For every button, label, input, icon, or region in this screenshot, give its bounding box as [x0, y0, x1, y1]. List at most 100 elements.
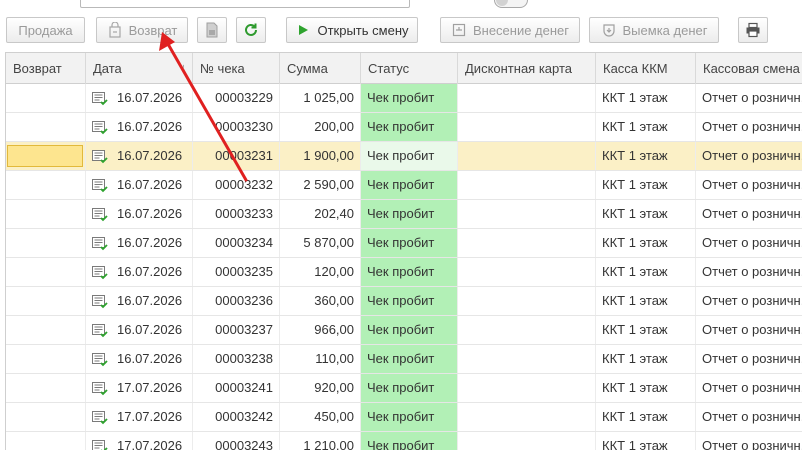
date-cell: 16.07.2026: [86, 287, 193, 315]
table-row[interactable]: 17.07.2026 00003242 450,00 Чек пробит ККТ 1 …: [6, 403, 802, 432]
header-status[interactable]: Статус: [361, 53, 458, 84]
kkm-cell: ККТ 1 этаж: [596, 345, 696, 373]
date-cell: 17.07.2026: [86, 374, 193, 402]
filter-input[interactable]: [80, 0, 410, 8]
discount-card-cell: [458, 345, 596, 373]
sell-button-label: Продажа: [18, 22, 73, 38]
receipt-check-icon: [92, 121, 108, 135]
date-text: 16.07.2026: [117, 148, 183, 163]
return-cell: [6, 403, 86, 431]
receipts-grid: Возврат Дата ↓ № чека Сумма Статус Диско…: [5, 52, 802, 450]
sum-cell: 200,00: [280, 113, 361, 141]
status-cell: Чек пробит: [361, 345, 458, 373]
sell-button[interactable]: Продажа: [6, 17, 85, 43]
kkm-cell: ККТ 1 этаж: [596, 84, 696, 112]
date-cell: 16.07.2026: [86, 229, 193, 257]
shift-cell: Отчет о розничн.: [696, 84, 802, 112]
sum-cell: 966,00: [280, 316, 361, 344]
table-row[interactable]: 16.07.2026 00003232 2 590,00 Чек пробит ККТ …: [6, 171, 802, 200]
kkm-cell: ККТ 1 этаж: [596, 200, 696, 228]
header-return[interactable]: Возврат: [6, 53, 86, 84]
header-date[interactable]: Дата ↓: [86, 53, 193, 84]
withdraw-icon: [601, 22, 617, 38]
receipt-check-icon: [92, 150, 108, 164]
date-cell: 16.07.2026: [86, 345, 193, 373]
play-icon: [295, 22, 311, 38]
date-cell: 16.07.2026: [86, 316, 193, 344]
refresh-icon: [243, 22, 259, 38]
return-cell-editor[interactable]: [7, 145, 83, 167]
status-cell: Чек пробит: [361, 142, 458, 170]
table-row[interactable]: 16.07.2026 00003235 120,00 Чек пробит ККТ 1 …: [6, 258, 802, 287]
return-cell: [6, 432, 86, 450]
shift-cell: Отчет о розничн.: [696, 432, 802, 450]
date-cell: 17.07.2026: [86, 432, 193, 450]
sum-cell: 5 870,00: [280, 229, 361, 257]
receipt-check-icon: [92, 237, 108, 251]
date-text: 16.07.2026: [117, 119, 183, 134]
table-row[interactable]: 17.07.2026 00003241 920,00 Чек пробит ККТ 1 …: [6, 374, 802, 403]
discount-card-cell: [458, 84, 596, 112]
table-row[interactable]: 16.07.2026 00003233 202,40 Чек пробит ККТ 1 …: [6, 200, 802, 229]
table-row[interactable]: 16.07.2026 00003234 5 870,00 Чек пробит ККТ …: [6, 229, 802, 258]
return-icon: [107, 22, 123, 38]
table-row[interactable]: 16.07.2026 00003238 110,00 Чек пробит ККТ 1 …: [6, 345, 802, 374]
sum-cell: 920,00: [280, 374, 361, 402]
sum-cell: 1 900,00: [280, 142, 361, 170]
deposit-button[interactable]: Внесение денег: [440, 17, 580, 43]
toolbar: Продажа Возврат Открыть смену Внесение д…: [0, 12, 802, 52]
return-button[interactable]: Возврат: [96, 17, 188, 43]
document-icon: [204, 22, 220, 38]
receipt-number-cell: 00003243: [193, 432, 280, 450]
sort-down-icon: ↓: [180, 62, 187, 74]
header-kkm[interactable]: Касса ККМ: [596, 53, 696, 84]
date-cell: 16.07.2026: [86, 113, 193, 141]
filter-toggle[interactable]: [494, 0, 528, 8]
table-row[interactable]: 16.07.2026 00003237 966,00 Чек пробит ККТ 1 …: [6, 316, 802, 345]
receipt-number-cell: 00003233: [193, 200, 280, 228]
receipt-check-icon: [92, 92, 108, 106]
table-row[interactable]: 16.07.2026 00003236 360,00 Чек пробит ККТ 1 …: [6, 287, 802, 316]
refresh-button[interactable]: [236, 17, 266, 43]
kkm-cell: ККТ 1 этаж: [596, 403, 696, 431]
receipt-number-cell: 00003234: [193, 229, 280, 257]
status-cell: Чек пробит: [361, 84, 458, 112]
return-cell: [6, 84, 86, 112]
return-cell: [6, 258, 86, 286]
status-cell: Чек пробит: [361, 287, 458, 315]
receipt-check-icon: [92, 382, 108, 396]
document-button[interactable]: [197, 17, 227, 43]
discount-card-cell: [458, 287, 596, 315]
header-receipt-number[interactable]: № чека: [193, 53, 280, 84]
receipt-check-icon: [92, 353, 108, 367]
receipt-check-icon: [92, 179, 108, 193]
header-sum[interactable]: Сумма: [280, 53, 361, 84]
table-row[interactable]: 16.07.2026 00003229 1 025,00 Чек пробит ККТ …: [6, 84, 802, 113]
header-shift[interactable]: Кассовая смена: [696, 53, 802, 84]
receipt-check-icon: [92, 295, 108, 309]
table-row[interactable]: 16.07.2026 00003230 200,00 Чек пробит ККТ 1 …: [6, 113, 802, 142]
withdraw-button[interactable]: Выемка денег: [589, 17, 719, 43]
shift-cell: Отчет о розничн.: [696, 316, 802, 344]
table-row[interactable]: 17.07.2026 00003243 1 210,00 Чек пробит ККТ …: [6, 432, 802, 450]
kkm-cell: ККТ 1 этаж: [596, 258, 696, 286]
return-cell: [6, 287, 86, 315]
print-button[interactable]: [738, 17, 768, 43]
shift-cell: Отчет о розничн.: [696, 403, 802, 431]
header-date-label: Дата: [93, 61, 122, 76]
open-shift-button[interactable]: Открыть смену: [286, 17, 418, 43]
kkm-cell: ККТ 1 этаж: [596, 229, 696, 257]
date-cell: 16.07.2026: [86, 171, 193, 199]
receipt-check-icon: [92, 324, 108, 338]
shift-cell: Отчет о розничн.: [696, 229, 802, 257]
receipt-check-icon: [92, 266, 108, 280]
status-cell: Чек пробит: [361, 432, 458, 450]
return-cell: [6, 200, 86, 228]
sum-cell: 1 210,00: [280, 432, 361, 450]
receipt-check-icon: [92, 411, 108, 425]
grid-body: 16.07.2026 00003229 1 025,00 Чек пробит ККТ …: [6, 84, 802, 450]
date-cell: 16.07.2026: [86, 84, 193, 112]
table-row[interactable]: 16.07.2026 00003231 1 900,00 Чек пробит ККТ …: [6, 142, 802, 171]
discount-card-cell: [458, 142, 596, 170]
header-discount-card[interactable]: Дисконтная карта: [458, 53, 596, 84]
